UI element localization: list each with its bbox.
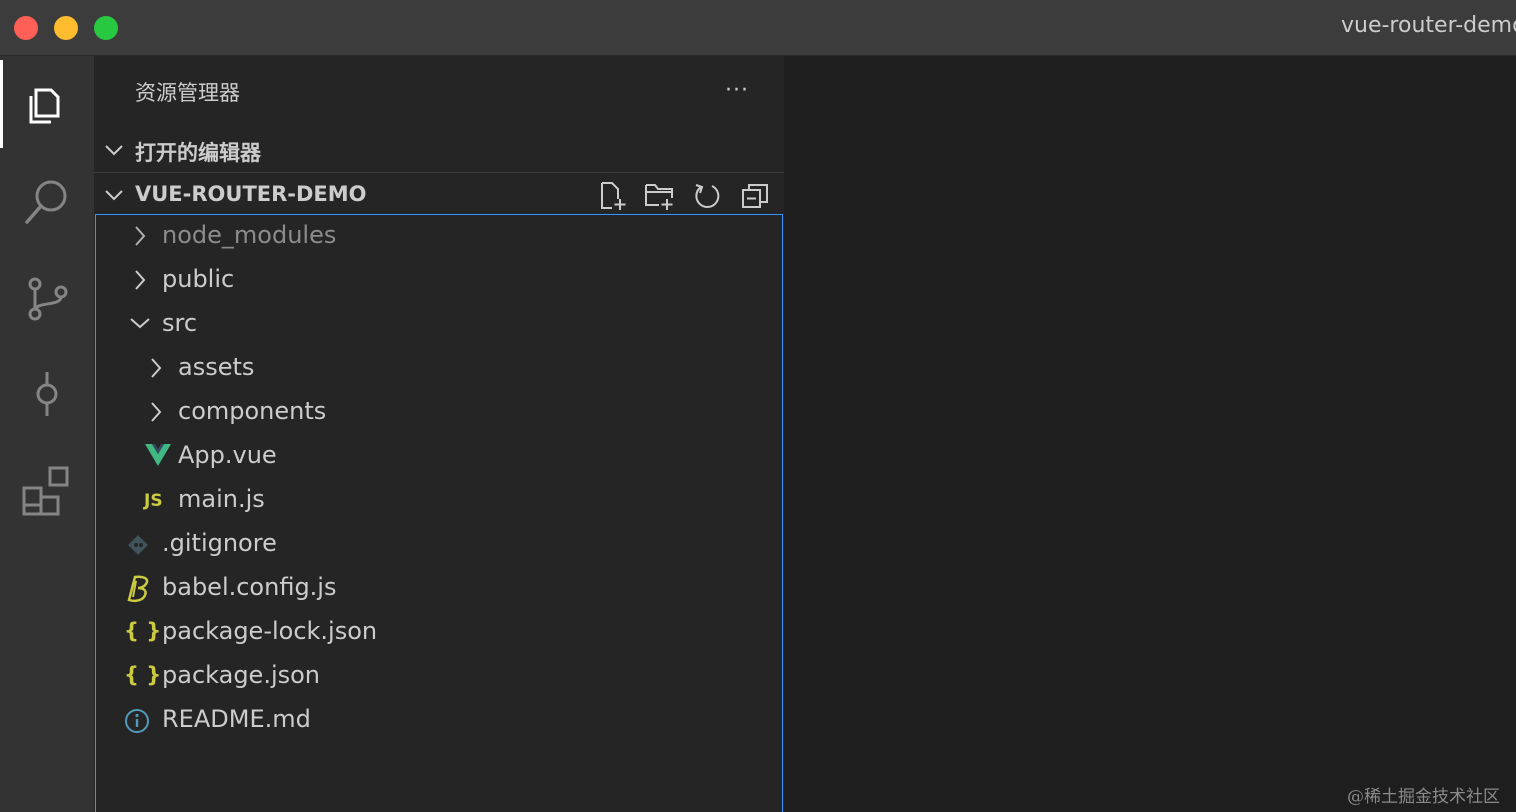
explorer-sidebar: 资源管理器 ··· 打开的编辑器 VUE-ROUTER-DEMO node_mo… [94,56,784,812]
tree-item-folder[interactable]: assets [96,347,782,391]
tree-item-label: package.json [162,661,321,689]
tree-item-file[interactable]: babel.config.js [96,567,782,611]
tree-item-file[interactable]: App.vue [96,435,782,479]
json-file-icon: { } [124,619,162,643]
title-bar: vue-router-demo [0,0,1516,56]
more-actions-button[interactable]: ··· [722,74,752,108]
extensions-icon [22,466,69,516]
tree-item-file[interactable]: .gitignore [96,523,782,567]
js-file-icon: JS [144,491,163,511]
new-folder-icon[interactable] [644,181,674,211]
tree-item-label: components [178,397,327,425]
tree-item-label: package-lock.json [162,617,378,645]
window-title: vue-router-demo [1341,13,1516,38]
git-file-icon [128,535,148,555]
tree-item-label: README.md [162,705,311,733]
tree-item-file[interactable]: JS main.js [96,479,782,523]
project-header[interactable]: VUE-ROUTER-DEMO [94,172,784,216]
chevron-right-icon [151,358,162,378]
chevron-right-icon [151,402,162,422]
refresh-icon[interactable] [692,181,722,211]
json-file-icon: { } [124,663,162,687]
activity-git-graph[interactable] [0,348,94,436]
tree-item-folder[interactable]: public [96,259,782,303]
tree-item-folder[interactable]: node_modules [96,215,782,259]
tree-item-label: public [162,265,235,293]
info-icon [125,709,149,733]
new-file-icon[interactable] [598,181,628,211]
babel-file-icon [127,575,149,603]
sidebar-title: 资源管理器 [135,81,240,105]
tree-item-file[interactable]: README.md [96,699,782,743]
source-control-icon [28,277,68,321]
tree-item-file[interactable]: { } package.json [96,655,782,699]
maximize-window-button[interactable] [94,16,118,40]
tree-item-folder[interactable]: components [96,391,782,435]
files-icon [29,88,60,124]
tree-item-label: App.vue [178,441,277,469]
chevron-down-icon [105,145,123,156]
activity-extensions[interactable] [0,444,94,532]
tree-item-label: .gitignore [162,529,277,557]
tree-item-label: babel.config.js [162,573,337,601]
chevron-down-icon [130,318,150,329]
tree-item-folder[interactable]: src [96,303,782,347]
search-icon [25,180,67,224]
activity-search[interactable] [0,156,94,244]
open-editors-label: 打开的编辑器 [135,141,261,165]
tree-item-label: src [162,309,198,337]
activity-source-control[interactable] [0,252,94,340]
tree-item-label: main.js [178,485,265,513]
project-label: VUE-ROUTER-DEMO [135,182,367,206]
git-commit-icon [36,372,58,416]
minimize-window-button[interactable] [54,16,78,40]
close-window-button[interactable] [14,16,38,40]
activity-explorer[interactable] [0,60,94,148]
chevron-right-icon [135,226,146,246]
chevron-down-icon [105,190,123,201]
tree-item-label: assets [178,353,255,381]
collapse-all-icon[interactable] [740,181,770,211]
watermark: @稀土掘金技术社区 [1347,787,1500,807]
vue-file-icon [145,444,171,466]
chevron-right-icon [135,270,146,290]
file-tree: node_modules public src assets component [95,214,783,812]
tree-item-label: node_modules [162,221,337,249]
tree-item-file[interactable]: { } package-lock.json [96,611,782,655]
open-editors-header[interactable]: 打开的编辑器 [94,128,784,172]
activity-bar [0,56,94,812]
